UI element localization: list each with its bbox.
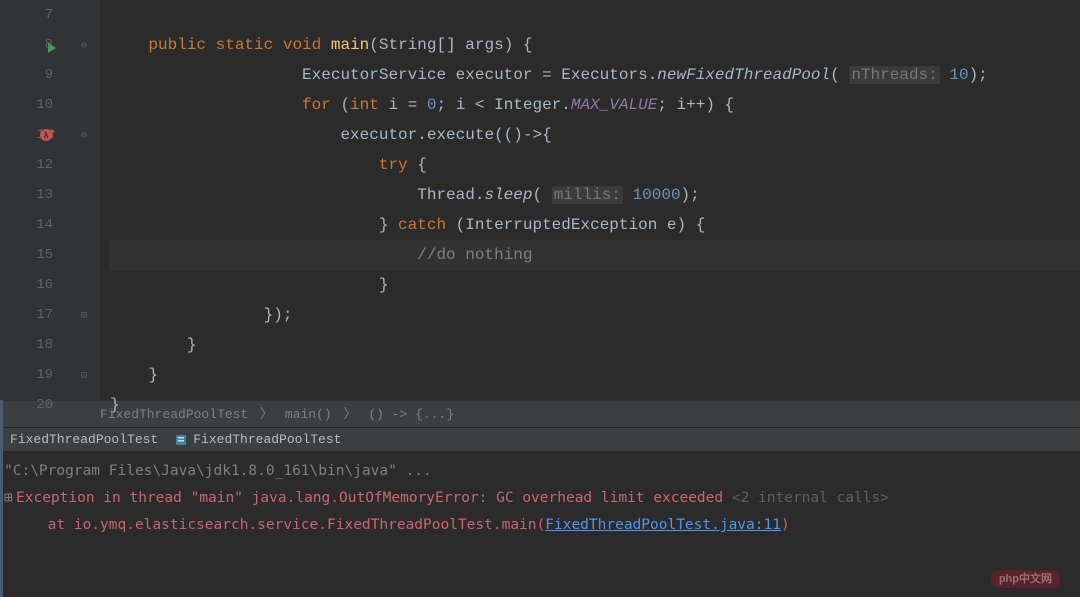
fold-end-icon[interactable]: ⊟	[81, 310, 91, 320]
code-editor[interactable]: public static void main(String[] args) {…	[100, 0, 1080, 400]
code-text: i =	[379, 96, 427, 114]
line-number[interactable]: 9	[0, 60, 75, 90]
static-field: MAX_VALUE	[571, 96, 657, 114]
keyword: public	[148, 36, 206, 54]
line-number[interactable]: 7	[0, 0, 75, 30]
watermark-badge: php中文网	[991, 570, 1060, 588]
breadcrumb-item[interactable]: main()	[285, 407, 332, 422]
code-line[interactable]: }	[110, 270, 1080, 300]
keyword: catch	[398, 216, 446, 234]
code-line[interactable]: });	[110, 300, 1080, 330]
code-line[interactable]: }	[110, 360, 1080, 390]
run-config-tabs: FixedThreadPoolTest FixedThreadPoolTest	[0, 427, 1080, 452]
code-text: }	[148, 366, 158, 384]
code-text: ; i < Integer.	[436, 96, 570, 114]
line-number[interactable]: 12	[0, 150, 75, 180]
code-text: );	[969, 66, 988, 84]
keyword: int	[350, 96, 379, 114]
line-number[interactable]: 16	[0, 270, 75, 300]
method-call: newFixedThreadPool	[657, 66, 830, 84]
code-text: (	[331, 96, 350, 114]
code-line[interactable]: //do nothing	[110, 240, 1080, 270]
line-number[interactable]: 10	[0, 90, 75, 120]
lambda-gutter-icon[interactable]: λ	[38, 126, 56, 144]
run-config-tab[interactable]: FixedThreadPoolTest	[166, 428, 349, 451]
code-text: });	[264, 306, 293, 324]
application-icon	[174, 433, 188, 447]
code-line[interactable]: ExecutorService executor = Executors.new…	[110, 60, 1080, 90]
editor-area: 7 8 9 10 11 λ 12 13 14 15 16 17 18 19	[0, 0, 1080, 400]
fold-gutter[interactable]: ⊖ ⊖ ⊟ ⊟	[75, 0, 100, 400]
expand-icon[interactable]: ⊞	[4, 485, 16, 512]
code-line[interactable]: public static void main(String[] args) {	[110, 30, 1080, 60]
method-call: sleep	[484, 186, 532, 204]
breadcrumb-item[interactable]: FixedThreadPoolTest	[100, 407, 248, 422]
error-text: Exception in thread "main" java.lang.Out…	[16, 490, 723, 506]
breadcrumb-separator: 〉	[344, 407, 357, 422]
keyword: for	[302, 96, 331, 114]
line-number[interactable]: 19	[0, 360, 75, 390]
code-text: executor.execute(()->{	[340, 126, 551, 144]
line-number[interactable]: 15	[0, 240, 75, 270]
console-line[interactable]: ⊞Exception in thread "main" java.lang.Ou…	[4, 485, 1076, 512]
code-text: }	[379, 276, 389, 294]
code-text: (	[532, 186, 542, 204]
code-text: (String[] args) {	[369, 36, 532, 54]
svg-text:λ: λ	[43, 131, 49, 141]
line-number-gutter[interactable]: 7 8 9 10 11 λ 12 13 14 15 16 17 18 19	[0, 0, 75, 400]
code-text: }	[187, 336, 197, 354]
console-output[interactable]: "C:\Program Files\Java\jdk1.8.0_161\bin\…	[0, 452, 1080, 545]
line-number[interactable]: 13	[0, 180, 75, 210]
source-link[interactable]: FixedThreadPoolTest.java:11	[545, 517, 781, 533]
hint-text: <2 internal calls>	[723, 490, 889, 506]
fold-marker-icon[interactable]: ⊖	[81, 130, 91, 140]
code-line[interactable]: try {	[110, 150, 1080, 180]
number: 10000	[633, 186, 681, 204]
fold-marker-icon[interactable]: ⊖	[81, 40, 91, 50]
keyword: static	[216, 36, 274, 54]
code-text: }	[379, 216, 398, 234]
code-text: ExecutorService executor = Executors.	[302, 66, 657, 84]
console-line[interactable]: at io.ymq.elasticsearch.service.FixedThr…	[4, 512, 1076, 539]
fold-end-icon[interactable]: ⊟	[81, 370, 91, 380]
comment: //do nothing	[417, 246, 532, 264]
run-config-tab[interactable]: FixedThreadPoolTest	[2, 428, 166, 451]
code-line[interactable]: } catch (InterruptedException e) {	[110, 210, 1080, 240]
code-line[interactable]: Thread.sleep( millis: 10000);	[110, 180, 1080, 210]
line-number[interactable]: 8	[0, 30, 75, 60]
code-text: );	[681, 186, 700, 204]
breadcrumb-item[interactable]: () -> {...}	[368, 407, 454, 422]
line-number[interactable]: 17	[0, 300, 75, 330]
code-line[interactable]: }	[110, 330, 1080, 360]
breadcrumb-separator: 〉	[260, 407, 273, 422]
number: 10	[949, 66, 968, 84]
code-text: (InterruptedException e) {	[446, 216, 705, 234]
code-line[interactable]: executor.execute(()->{	[110, 120, 1080, 150]
param-hint: millis:	[552, 186, 623, 204]
tab-label: FixedThreadPoolTest	[10, 432, 158, 447]
console-text: "C:\Program Files\Java\jdk1.8.0_161\bin\…	[4, 463, 432, 479]
code-text: ; i++) {	[657, 96, 734, 114]
keyword: try	[379, 156, 408, 174]
code-line[interactable]	[110, 0, 1080, 30]
line-number[interactable]: 18	[0, 330, 75, 360]
error-text: at io.ymq.elasticsearch.service.FixedThr…	[4, 517, 545, 533]
param-hint: nThreads:	[849, 66, 939, 84]
code-text: Thread.	[417, 186, 484, 204]
tab-label: FixedThreadPoolTest	[193, 432, 341, 447]
code-text: {	[408, 156, 427, 174]
method-name: main	[331, 36, 369, 54]
error-text: )	[781, 517, 790, 533]
keyword: void	[283, 36, 321, 54]
line-number[interactable]: 20	[0, 390, 75, 420]
console-line[interactable]: "C:\Program Files\Java\jdk1.8.0_161\bin\…	[4, 458, 1076, 485]
line-number[interactable]: 14	[0, 210, 75, 240]
code-line[interactable]: for (int i = 0; i < Integer.MAX_VALUE; i…	[110, 90, 1080, 120]
watermark: php中文网	[991, 570, 1060, 587]
line-number[interactable]: 11 λ	[0, 120, 75, 150]
